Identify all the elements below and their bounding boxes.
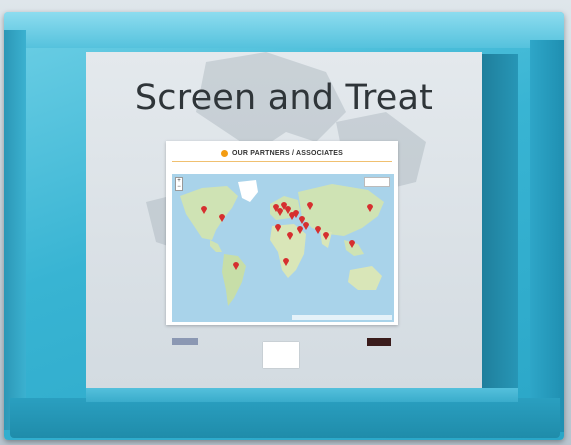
box-bottom-face [10, 398, 560, 438]
map-marker-icon [303, 222, 309, 230]
south-america-land [222, 254, 246, 306]
greenland-land [238, 180, 258, 202]
presentation-slide: Screen and Treat OUR PARTNERS / ASSOCIAT… [86, 52, 482, 388]
partners-map-card: OUR PARTNERS / ASSOCIATES + − [166, 141, 398, 325]
orange-dot-icon [220, 149, 228, 157]
slide-thumbnail[interactable] [263, 342, 299, 368]
central-america-land [210, 240, 222, 252]
map-zoom-control[interactable]: + − [175, 177, 183, 191]
box-inner-bottom-wall [86, 388, 518, 402]
world-map-graphic [180, 180, 384, 306]
map-attribution [292, 315, 392, 320]
card-title: OUR PARTNERS / ASSOCIATES [231, 149, 344, 157]
card-header: OUR PARTNERS / ASSOCIATES [166, 147, 398, 159]
zoom-out-button[interactable]: − [176, 184, 182, 190]
australia-land [348, 266, 382, 290]
previous-slide-button[interactable] [172, 338, 198, 345]
world-map[interactable]: + − [172, 174, 394, 322]
box-left-face [4, 30, 26, 430]
north-america-land [180, 186, 238, 240]
map-layer-toggle[interactable] [364, 177, 390, 187]
box-top-face [4, 12, 564, 48]
next-slide-button[interactable] [367, 338, 391, 346]
card-divider [172, 161, 392, 162]
box-right-face [530, 40, 564, 432]
slide-title: Screen and Treat [134, 78, 434, 118]
box-inner-right-wall [482, 54, 518, 390]
map-marker-icon [315, 226, 321, 234]
